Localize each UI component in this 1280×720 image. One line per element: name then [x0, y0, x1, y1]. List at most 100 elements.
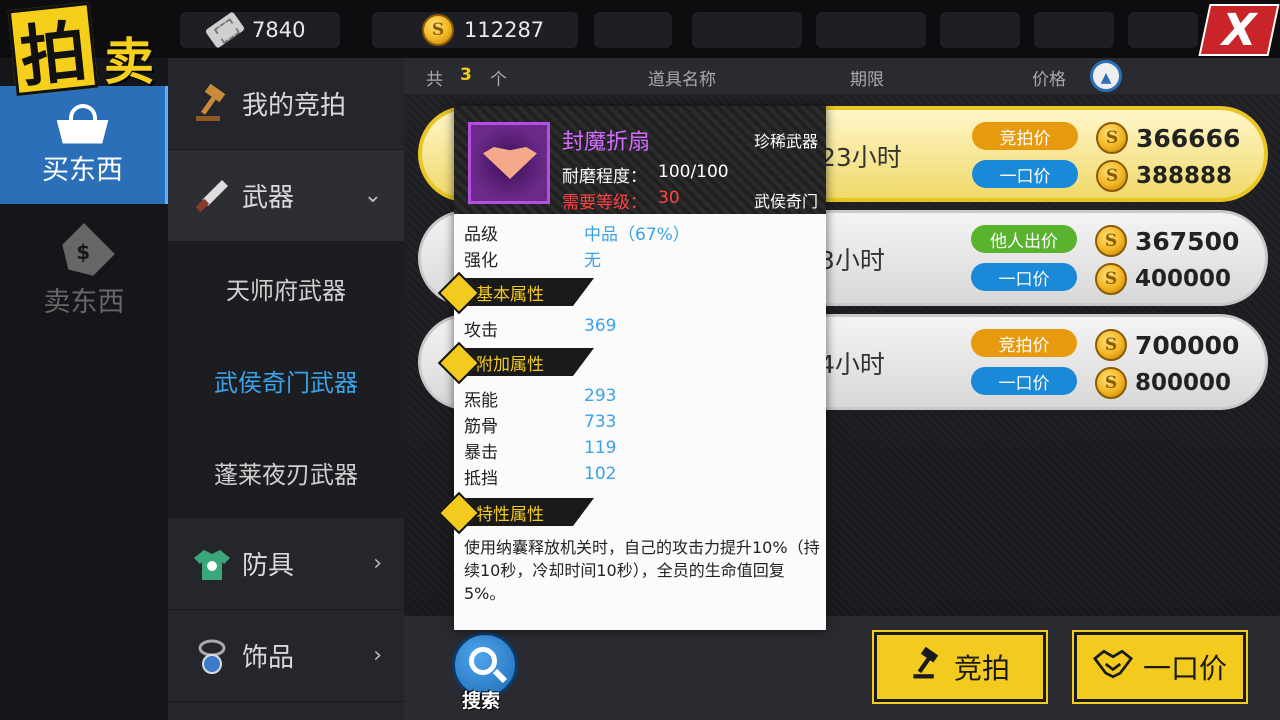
knife-icon: [190, 174, 234, 218]
grade-value: 中品（67%）: [584, 225, 690, 245]
empty-slot: [692, 12, 802, 48]
buyout-price-value: 400000: [1135, 266, 1232, 292]
subcategory-label: 武侯奇门武器: [214, 368, 358, 397]
subcategory-label: 天师府武器: [226, 276, 346, 305]
category-sidebar: 我的竞拍 武器 ⌄ 天师府武器 武侯奇门武器 蓬莱夜刃武器 防具 › 饰品 ›: [168, 58, 404, 720]
coin-icon: S: [1095, 225, 1127, 257]
handshake-icon: [1092, 647, 1134, 688]
coin-icon: S: [1096, 160, 1128, 192]
coin-currency: S 112287: [422, 12, 544, 48]
section-title: 基本属性: [476, 284, 544, 305]
folding-fan-item-icon: [468, 122, 550, 204]
close-button[interactable]: X: [1198, 4, 1280, 56]
empty-slot: [1034, 12, 1114, 48]
logo-char-1: 拍: [7, 1, 99, 96]
coin-icon: S: [422, 14, 454, 46]
coin-amount: 112287: [464, 18, 545, 42]
amulet-icon: [190, 634, 234, 678]
trait-description: 使用纳囊释放机关时，自己的攻击力提升10%（持续10秒，冷却时间10秒），全员的…: [464, 538, 820, 603]
empty-slot: [1128, 12, 1198, 48]
attribute-value: 119: [584, 438, 617, 458]
attribute-value: 102: [584, 464, 617, 484]
category-my-bids[interactable]: 我的竞拍: [168, 58, 404, 150]
total-unit: 个: [490, 70, 507, 90]
sort-ascending-button[interactable]: ▲: [1090, 60, 1122, 92]
category-armor[interactable]: 防具 ›: [168, 518, 404, 610]
bid-price-badge: 竞拍价: [972, 122, 1078, 150]
item-rarity: 珍稀武器: [753, 132, 818, 151]
section-title: 特性属性: [476, 504, 544, 525]
buyout-price-value: 388888: [1136, 163, 1233, 189]
coin-icon: S: [1096, 122, 1128, 154]
bid-price-value: 366666: [1136, 123, 1241, 153]
buyout-price-badge: 一口价: [971, 367, 1077, 395]
tab-buy-label: 买东西: [42, 154, 123, 186]
logo-char-2: 卖: [104, 32, 154, 91]
enhance-label: 强化: [464, 251, 498, 271]
bid-price: S 700000: [1095, 329, 1239, 361]
column-item-name: 道具名称: [648, 70, 716, 90]
subcategory-wuhou[interactable]: 武侯奇门武器: [168, 334, 404, 426]
tab-buy[interactable]: 买东西: [0, 86, 168, 204]
chevron-right-icon: ›: [373, 643, 382, 668]
buyout-price-badge: 一口价: [972, 160, 1078, 188]
bid-price: S 367500: [1095, 225, 1239, 257]
grade-label: 品级: [464, 225, 498, 245]
category-accessories-label: 饰品: [242, 643, 295, 673]
buyout-price-value: 800000: [1135, 370, 1232, 396]
others-bid-badge: 他人出价: [971, 225, 1077, 253]
buyout-price: S 400000: [1095, 263, 1231, 295]
required-level-value: 30: [658, 188, 680, 208]
attribute-label: 筋骨: [464, 417, 498, 437]
category-weapons[interactable]: 武器 ⌄: [168, 150, 404, 242]
buyout-price: S 388888: [1096, 160, 1232, 192]
coin-icon: S: [1095, 367, 1127, 399]
enhance-value: 无: [584, 251, 601, 271]
attribute-label: 抵挡: [464, 469, 498, 489]
attribute-value: 293: [584, 386, 617, 406]
empty-slot: [940, 12, 1020, 48]
buyout-button[interactable]: 一口价: [1072, 630, 1248, 704]
durability-value: 100/100: [658, 162, 729, 182]
empty-slot: [594, 12, 672, 48]
subcategory-label: 蓬莱夜刃武器: [214, 460, 358, 489]
bid-price-value: 700000: [1135, 330, 1240, 360]
section-title: 附加属性: [476, 354, 544, 375]
column-price: 价格: [1032, 70, 1066, 90]
search-label: 搜索: [462, 690, 501, 712]
triangle-up-icon: ▲: [1100, 70, 1112, 86]
item-name: 封魔折扇: [562, 130, 651, 155]
gavel-icon: [910, 646, 944, 688]
bid-button[interactable]: 竞拍: [872, 630, 1048, 704]
bid-price-badge: 竞拍价: [971, 329, 1077, 357]
list-header: 共 3 个 道具名称 期限 价格 ▲: [404, 58, 1280, 94]
attribute-value: 733: [584, 412, 617, 432]
buyout-price: S 800000: [1095, 367, 1231, 399]
shirt-icon: [190, 542, 234, 586]
search-icon: [469, 647, 497, 675]
bid-price: S 366666: [1096, 122, 1240, 154]
total-prefix: 共: [426, 70, 443, 90]
category-armor-label: 防具: [242, 551, 295, 581]
attack-value: 369: [584, 316, 617, 336]
subcategory-tianshifu[interactable]: 天师府武器: [168, 242, 404, 334]
basket-icon: [56, 103, 109, 144]
tab-sell-label: 卖东西: [43, 286, 125, 318]
ticket-icon: [204, 11, 246, 49]
item-detail-tooltip: 封魔折扇 珍稀武器 耐磨程度： 100/100 需要等级： 30 武侯奇门 品级…: [437, 106, 826, 630]
tab-sell[interactable]: 卖东西: [0, 216, 168, 334]
category-accessories[interactable]: 饰品 ›: [168, 610, 404, 702]
subcategory-penglai[interactable]: 蓬莱夜刃武器: [168, 426, 404, 518]
bid-price-value: 367500: [1135, 226, 1240, 256]
total-count: 3: [460, 65, 472, 85]
mode-sidebar: 买东西 卖东西: [0, 58, 168, 720]
category-weapons-label: 武器: [242, 183, 295, 213]
attribute-label: 暴击: [464, 443, 498, 463]
coin-icon: S: [1095, 329, 1127, 361]
empty-slot: [816, 12, 926, 48]
durability-label: 耐磨程度：: [562, 167, 647, 187]
buyout-price-badge: 一口价: [971, 263, 1077, 291]
gavel-icon: [190, 82, 234, 126]
search-icon-handle: [492, 668, 508, 684]
listing-time: 3小时: [819, 246, 885, 275]
